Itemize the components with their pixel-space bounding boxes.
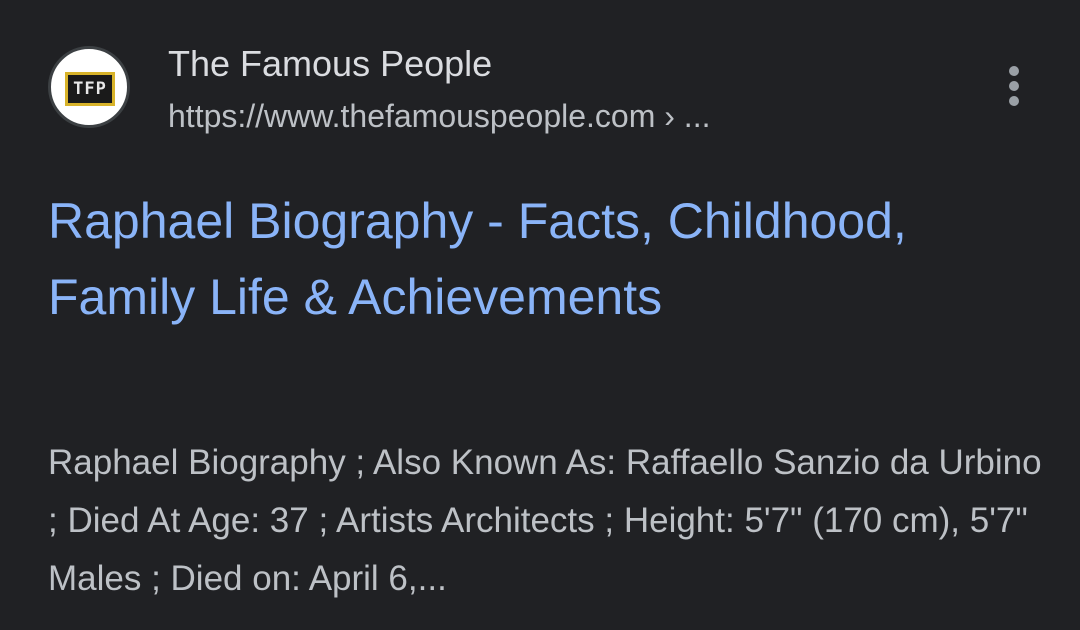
search-result-card: TFP The Famous People https://www.thefam… [0,0,1080,630]
site-name: The Famous People [168,43,493,84]
site-url: https://www.thefamouspeople.com › ... [168,98,711,134]
result-snippet: Raphael Biography ; Also Known As: Raffa… [48,443,1042,598]
more-vert-icon [1009,66,1019,76]
more-vert-icon-dot [1009,96,1019,106]
result-title-link[interactable]: Raphael Biography - Facts, Childhood, Fa… [48,183,1038,335]
result-source[interactable]: TFP The Famous People https://www.thefam… [48,44,1048,134]
more-vert-icon-dot [1009,81,1019,91]
tfp-logo-icon: TFP [65,72,115,106]
more-options-button[interactable] [996,66,1032,112]
site-favicon: TFP [48,46,130,128]
